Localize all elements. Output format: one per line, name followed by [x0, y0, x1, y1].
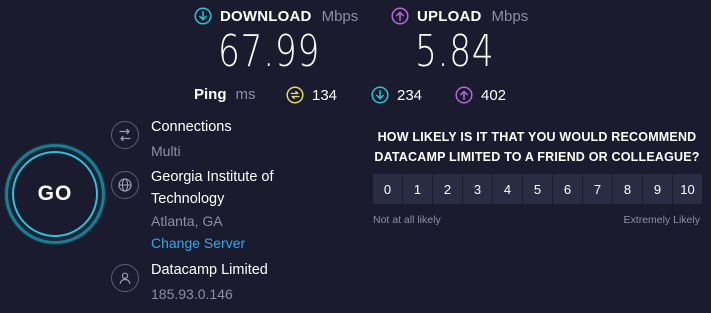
upload-value: 5.84 — [415, 26, 495, 77]
rating-button-6[interactable]: 6 — [553, 174, 582, 204]
server-block: Georgia Institute of Technology Atlanta,… — [151, 166, 274, 254]
change-server-link[interactable]: Change Server — [151, 232, 274, 254]
rating-button-7[interactable]: 7 — [583, 174, 612, 204]
user-icon — [111, 264, 139, 292]
survey-question-line1: HOW LIKELY IS IT THAT YOU WOULD RECOMMEN… — [377, 130, 697, 144]
rating-button-3[interactable]: 3 — [463, 174, 492, 204]
scale-high-label: Extremely Likely — [623, 214, 700, 226]
ping-upload: 402 — [455, 86, 506, 104]
rating-button-5[interactable]: 5 — [523, 174, 552, 204]
idle-latency-icon — [286, 86, 304, 104]
globe-icon — [111, 171, 139, 199]
ping-row: Ping ms — [194, 86, 256, 103]
upload-arrow-icon — [391, 7, 409, 25]
ping-download-value: 234 — [397, 86, 423, 104]
download-header: DOWNLOAD Mbps — [194, 7, 358, 25]
upload-header: UPLOAD Mbps — [391, 7, 528, 25]
scale-low-label: Not at all likely — [373, 214, 441, 226]
upload-latency-icon — [455, 86, 473, 104]
rating-button-4[interactable]: 4 — [493, 174, 522, 204]
connections-block[interactable]: Connections Multi — [151, 116, 232, 162]
upload-unit: Mbps — [491, 7, 529, 25]
server-name-line1: Georgia Institute of — [151, 169, 274, 185]
upload-label: UPLOAD — [417, 7, 482, 25]
rating-button-10[interactable]: 10 — [673, 174, 702, 204]
go-button[interactable]: GO — [5, 144, 105, 244]
rating-scale: 0 1 2 3 4 5 6 7 8 9 10 — [373, 174, 702, 204]
connections-value: Multi — [151, 143, 181, 159]
download-arrow-icon — [194, 7, 212, 25]
rating-button-8[interactable]: 8 — [613, 174, 642, 204]
ping-idle: 134 — [286, 86, 337, 104]
download-value: 67.99 — [218, 26, 321, 77]
ping-label: Ping — [194, 86, 227, 103]
survey-question-line2: DATACAMP LIMITED TO A FRIEND OR COLLEAGU… — [374, 150, 700, 164]
rating-button-9[interactable]: 9 — [643, 174, 672, 204]
download-label: DOWNLOAD — [220, 7, 312, 25]
ping-upload-value: 402 — [481, 86, 507, 104]
provider-ip: 185.93.0.146 — [151, 286, 233, 302]
provider-block: Datacamp Limited 185.93.0.146 — [151, 259, 268, 305]
go-button-label: GO — [12, 151, 98, 237]
rating-button-2[interactable]: 2 — [433, 174, 462, 204]
ping-unit: ms — [235, 86, 256, 103]
connections-arrows-icon — [111, 121, 139, 149]
survey-question: HOW LIKELY IS IT THAT YOU WOULD RECOMMEN… — [367, 127, 707, 167]
connections-title: Connections — [151, 119, 232, 135]
server-location: Atlanta, GA — [151, 213, 223, 229]
server-name-line2: Technology — [151, 191, 225, 207]
ping-download: 234 — [371, 86, 422, 104]
ping-idle-value: 134 — [312, 86, 338, 104]
download-latency-icon — [371, 86, 389, 104]
rating-button-0[interactable]: 0 — [373, 174, 402, 204]
rating-button-1[interactable]: 1 — [403, 174, 432, 204]
provider-name: Datacamp Limited — [151, 262, 268, 278]
download-unit: Mbps — [321, 7, 359, 25]
